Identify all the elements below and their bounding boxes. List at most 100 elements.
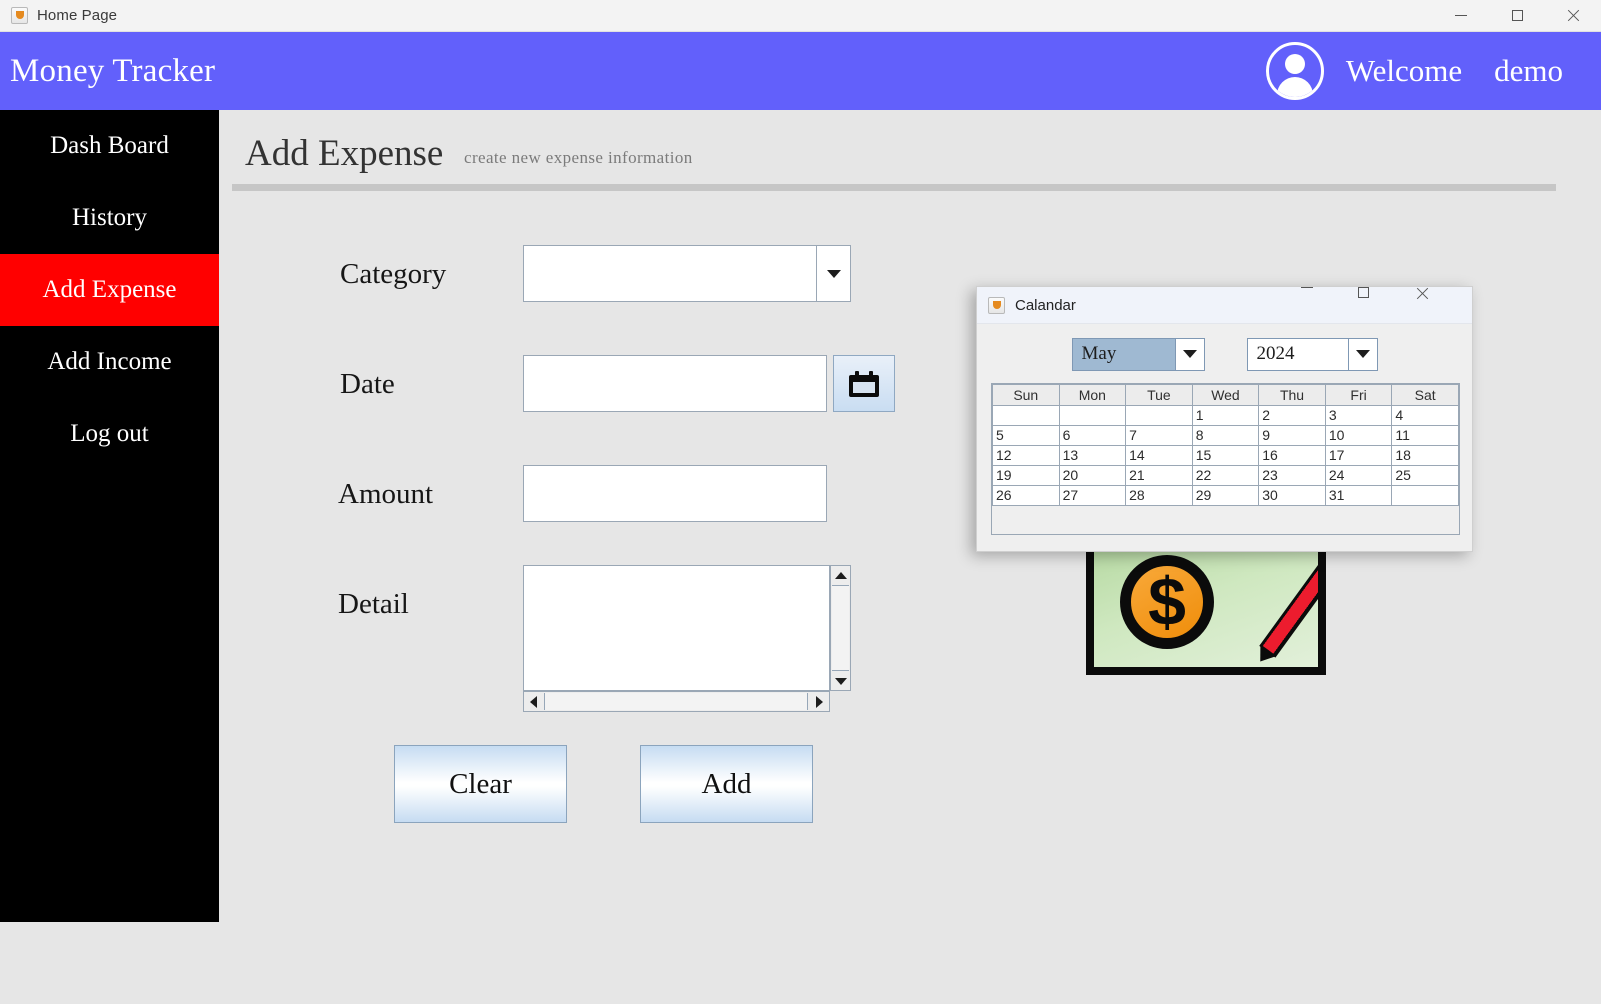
day-header-wed[interactable]: Wed [1191,384,1260,406]
day-header-tue[interactable]: Tue [1125,384,1193,406]
day-cell[interactable]: 25 [1391,465,1459,486]
close-button[interactable] [1545,0,1601,32]
scroll-left-button[interactable] [524,692,543,711]
day-cell[interactable]: 31 [1324,485,1393,506]
minimize-icon [1455,15,1467,16]
dollar-coin-icon [1120,555,1214,649]
day-cell[interactable]: 24 [1324,465,1393,486]
day-cell[interactable]: 12 [992,445,1060,466]
day-cell[interactable] [992,405,1060,426]
minimize-button[interactable] [1433,0,1489,32]
day-cell[interactable]: 23 [1258,465,1326,486]
category-select[interactable] [523,245,851,302]
clear-button[interactable]: Clear [394,745,567,823]
day-cell[interactable]: 28 [1125,485,1193,506]
day-cell[interactable]: 14 [1125,445,1193,466]
day-cell[interactable]: 8 [1191,425,1260,446]
day-header-thu[interactable]: Thu [1258,384,1326,406]
calendar-dialog-titlebar: Calandar [977,286,1472,324]
calendar-minimize-button[interactable] [1301,286,1358,324]
triangle-up-icon [834,571,847,579]
sidebar-item-label: Add Expense [42,276,177,303]
detail-textarea-container [523,565,851,712]
window-controls [1433,0,1601,32]
money-image-inner [1094,543,1318,667]
day-cell[interactable] [1391,485,1459,506]
day-cell[interactable]: 9 [1258,425,1326,446]
scroll-down-button[interactable] [831,672,850,690]
detail-vertical-scrollbar[interactable] [830,565,851,691]
calendar-window-controls [1301,286,1472,324]
detail-horizontal-scrollbar[interactable] [523,691,830,712]
day-cell[interactable]: 11 [1391,425,1459,446]
day-cell[interactable]: 19 [992,465,1060,486]
app-brand-title: Money Tracker [10,52,216,89]
maximize-button[interactable] [1489,0,1545,32]
sidebar-item-label: Add Income [47,348,172,375]
day-cell[interactable]: 7 [1125,425,1193,446]
year-select[interactable]: 2024 [1246,337,1378,371]
avatar-body [1276,77,1313,97]
day-cell[interactable]: 6 [1058,425,1127,446]
day-header-sat[interactable]: Sat [1391,384,1459,406]
calendar-close-button[interactable] [1415,287,1472,324]
sidebar-item-label: History [72,204,147,231]
date-picker-button[interactable] [833,355,895,412]
day-header-mon[interactable]: Mon [1058,384,1127,406]
table-row: 26 27 28 29 30 31 [992,485,1459,506]
day-cell[interactable]: 2 [1258,405,1326,426]
category-select-value[interactable] [523,245,817,302]
month-select-value[interactable]: May [1071,337,1176,371]
year-select-value[interactable]: 2024 [1246,337,1349,371]
year-dropdown-button[interactable] [1348,337,1378,371]
day-cell[interactable]: 27 [1058,485,1127,506]
day-cell[interactable]: 29 [1191,485,1260,506]
day-header-fri[interactable]: Fri [1324,384,1393,406]
calendar-maximize-button[interactable] [1358,286,1415,324]
day-cell[interactable] [1058,405,1127,426]
sidebar-item-history[interactable]: History [0,182,219,254]
calendar-table-container: Sun Mon Tue Wed Thu Fri Sat 1 2 3 4 5 6 … [991,383,1460,535]
day-cell[interactable]: 18 [1391,445,1459,466]
day-cell[interactable]: 1 [1191,405,1260,426]
triangle-down-icon [834,677,847,685]
chevron-down-icon [1182,350,1197,358]
sidebar-item-add-income[interactable]: Add Income [0,326,219,398]
day-cell[interactable]: 20 [1058,465,1127,486]
horizontal-scroll-thumb[interactable] [544,693,808,710]
day-cell[interactable]: 30 [1258,485,1326,506]
detail-textarea[interactable] [523,565,830,691]
day-cell[interactable]: 10 [1324,425,1393,446]
day-cell[interactable]: 13 [1058,445,1127,466]
amount-input[interactable] [523,465,827,522]
day-cell[interactable] [1125,405,1193,426]
month-dropdown-button[interactable] [1175,337,1205,371]
day-cell[interactable]: 17 [1324,445,1393,466]
minimize-icon [1301,286,1313,288]
java-icon [11,7,28,24]
vertical-scroll-thumb[interactable] [832,585,849,671]
day-cell[interactable]: 26 [992,485,1060,506]
scroll-up-button[interactable] [831,566,850,584]
day-cell[interactable]: 21 [1125,465,1193,486]
sidebar-item-log-out[interactable]: Log out [0,398,219,470]
day-cell[interactable]: 5 [992,425,1060,446]
month-select[interactable]: May [1071,337,1205,371]
page-subtitle: create new expense information [464,148,693,167]
date-input[interactable] [523,355,827,412]
category-dropdown-button[interactable] [817,245,851,302]
maximize-icon [1358,286,1369,298]
chevron-down-icon [1355,350,1370,358]
day-cell[interactable]: 16 [1258,445,1326,466]
java-icon [988,296,1005,314]
table-row: 19 20 21 22 23 24 25 [992,465,1459,486]
day-cell[interactable]: 3 [1324,405,1393,426]
add-button[interactable]: Add [640,745,813,823]
sidebar-item-add-expense[interactable]: Add Expense [0,254,219,326]
day-header-sun[interactable]: Sun [992,384,1060,406]
sidebar-item-dash-board[interactable]: Dash Board [0,110,219,182]
day-cell[interactable]: 22 [1191,465,1260,486]
day-cell[interactable]: 4 [1391,405,1459,426]
day-cell[interactable]: 15 [1191,445,1260,466]
scroll-right-button[interactable] [810,692,829,711]
